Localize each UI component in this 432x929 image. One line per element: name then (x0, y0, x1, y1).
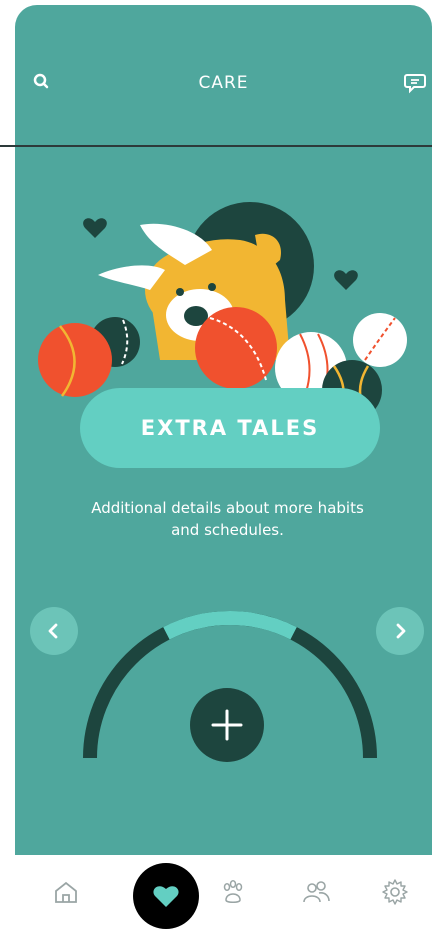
paw-icon (223, 879, 243, 903)
people-icon (303, 881, 330, 903)
next-button[interactable] (376, 607, 424, 655)
tab-pets[interactable] (218, 877, 248, 907)
heart-icon (153, 886, 179, 907)
home-icon (55, 881, 77, 903)
card-title: EXTRA TALES (140, 416, 320, 440)
tab-home[interactable] (51, 877, 81, 907)
chat-icon (404, 74, 426, 94)
card-description: Additional details about more habits and… (91, 499, 364, 539)
gauge-active-segment (163, 611, 297, 640)
gear-icon (382, 879, 408, 905)
bottom-tab-bar (15, 855, 432, 929)
heart-right-icon (334, 270, 358, 290)
tab-settings[interactable] (380, 877, 410, 907)
heart-left-icon (83, 218, 107, 238)
page-title: CARE (198, 73, 249, 93)
add-button[interactable] (190, 688, 264, 762)
plus-icon (211, 709, 243, 741)
chat-button[interactable] (402, 69, 428, 95)
previous-button[interactable] (30, 607, 78, 655)
extra-tales-card[interactable]: EXTRA TALES (80, 388, 380, 468)
chevron-left-icon (48, 623, 58, 639)
tab-community[interactable] (301, 877, 331, 907)
chevron-right-icon (396, 623, 406, 639)
tab-care[interactable] (133, 863, 199, 929)
header-divider (0, 145, 432, 147)
